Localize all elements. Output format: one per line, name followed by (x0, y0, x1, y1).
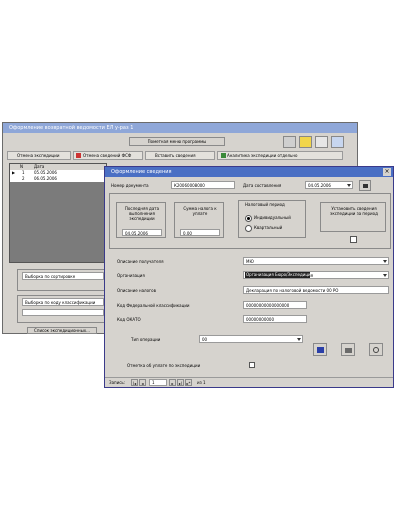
radio-individual[interactable]: Индивидуальный (245, 215, 305, 222)
period-checkbox-icon[interactable] (350, 236, 357, 243)
organization-highlight: Организация Бюро/Экспедиция (245, 272, 310, 278)
set-period-box: Установить сведения экспедиции за период (320, 202, 386, 232)
search-icon (373, 347, 379, 353)
okato-field[interactable]: 00000000000 (243, 315, 307, 323)
last-date-box: Последняя дата выполнения экспедиции 04.… (116, 202, 166, 238)
tax-sum-box: Сумма налога к уплате 0.00 (174, 202, 224, 238)
radio-quarterly-label: Квартальный (254, 225, 283, 230)
printer-icon (345, 348, 352, 353)
classification-panel-label: Выборка по коду классификации (22, 298, 104, 306)
info-group: Последняя дата выполнения экспедиции 04.… (109, 193, 391, 249)
tab-label: Вставить сведения (155, 153, 196, 158)
sort-panel: Выборка по сортировке (17, 269, 107, 291)
tab-analytics[interactable]: Аналитика экспедиции отдельно (217, 151, 343, 160)
last-date-value[interactable]: 04.05.2006 (122, 229, 162, 236)
tab-icon-check (221, 153, 226, 158)
federal-code-label: Код Федеральной классификации (117, 303, 190, 308)
table-row[interactable]: 2 06.05.2006 (10, 176, 106, 182)
front-window-title-text: Оформление сведения (111, 169, 172, 175)
last-date-label: Последняя дата выполнения экспедиции (124, 206, 160, 221)
new-record-button[interactable]: ▸* (185, 379, 192, 386)
record-total: из 1 (197, 380, 206, 385)
tax-description-field[interactable]: Декларация по налоговой ведомости 00 РО (243, 286, 389, 294)
row-n: 2 (22, 176, 25, 181)
tab-label: Отмена сведений ФСФ (83, 153, 132, 158)
sort-panel-label: Выборка по сортировке (22, 272, 104, 280)
record-number-field[interactable]: 1 (149, 379, 167, 386)
classification-input[interactable] (22, 309, 104, 316)
date-field[interactable]: 04.05.2006 (305, 181, 353, 189)
tax-description-label: Описание налогов (117, 288, 156, 293)
tab-icon-red (76, 153, 81, 158)
classification-panel: Выборка по коду классификации (17, 295, 107, 323)
operation-type-select[interactable]: 00 (199, 335, 303, 343)
doc-number-label: Номер документа (111, 183, 149, 188)
organization-label: Организация (117, 273, 145, 278)
save-button[interactable] (313, 343, 327, 356)
tax-sum-label: Сумма налога к уплате (183, 206, 217, 216)
record-label: Запись: (109, 380, 126, 385)
star-icon[interactable] (299, 136, 312, 148)
radio-empty-icon (245, 225, 252, 232)
set-period-label: Установить сведения экспедиции за период (330, 206, 378, 216)
exit-icon[interactable] (331, 136, 344, 148)
operation-type-label: Тип операции (131, 337, 161, 342)
tab-expedition-cancel[interactable]: Отмена экспедиции (7, 151, 71, 160)
front-window: Оформление сведения × Номер документа К2… (104, 166, 394, 388)
tab-fsf-cancel[interactable]: Отмена сведений ФСФ (73, 151, 143, 160)
search-button[interactable] (369, 343, 383, 356)
federal-code-field[interactable]: 00000000000000000 (243, 301, 307, 309)
tab-label: Аналитика экспедиции отдельно (227, 153, 298, 158)
expedition-list-button[interactable]: Список экспедиционных... (27, 327, 97, 334)
tax-period-label: Налоговый период (245, 202, 285, 207)
front-window-title: Оформление сведения × (105, 167, 393, 177)
next-record-button[interactable]: ▸ (169, 379, 176, 386)
calendar-icon[interactable] (359, 180, 371, 191)
close-icon[interactable]: × (383, 168, 391, 176)
recipient-label: Описание получателя (117, 259, 164, 264)
tax-period-group: Налоговый период Индивидуальный Кварталь… (238, 200, 306, 238)
first-record-button[interactable]: |◂ (131, 379, 138, 386)
prev-record-button[interactable]: ◂ (139, 379, 146, 386)
okato-label: Код ОКАТО (117, 317, 141, 322)
tab-insert-info[interactable]: Вставить сведения (145, 151, 215, 160)
radio-dot-icon (245, 215, 252, 222)
date-label: Дата составления (243, 183, 282, 188)
payment-checkbox-icon[interactable] (249, 362, 255, 368)
main-menu-button[interactable]: Пометная меню программы (129, 137, 225, 146)
row-date: 06.05.2006 (34, 176, 57, 181)
back-window-title: Оформление возвратной ведомости ЕЛ у-раз… (3, 123, 357, 133)
help-icon[interactable] (315, 136, 328, 148)
print-button[interactable] (341, 343, 355, 356)
radio-individual-label: Индивидуальный (254, 215, 291, 220)
last-record-button[interactable]: ▸| (177, 379, 184, 386)
recipient-select[interactable]: МЮ (243, 257, 389, 265)
payment-mark-label: Отметка об уплате по экспедиции (127, 363, 201, 368)
radio-quarterly[interactable]: Квартальный (245, 225, 305, 232)
tax-sum-value[interactable]: 0.00 (180, 229, 220, 236)
printer-icon[interactable] (283, 136, 296, 148)
save-icon (317, 347, 324, 353)
tab-label: Отмена экспедиции (17, 153, 60, 158)
records-grid[interactable]: N Дата ▶ 1 05.05.2006 2 06.05.2006 (9, 163, 107, 263)
record-navigator: Запись: |◂ ◂ 1 ▸ ▸| ▸* из 1 (105, 377, 393, 387)
doc-number-field[interactable]: К20060008000 (171, 181, 235, 189)
